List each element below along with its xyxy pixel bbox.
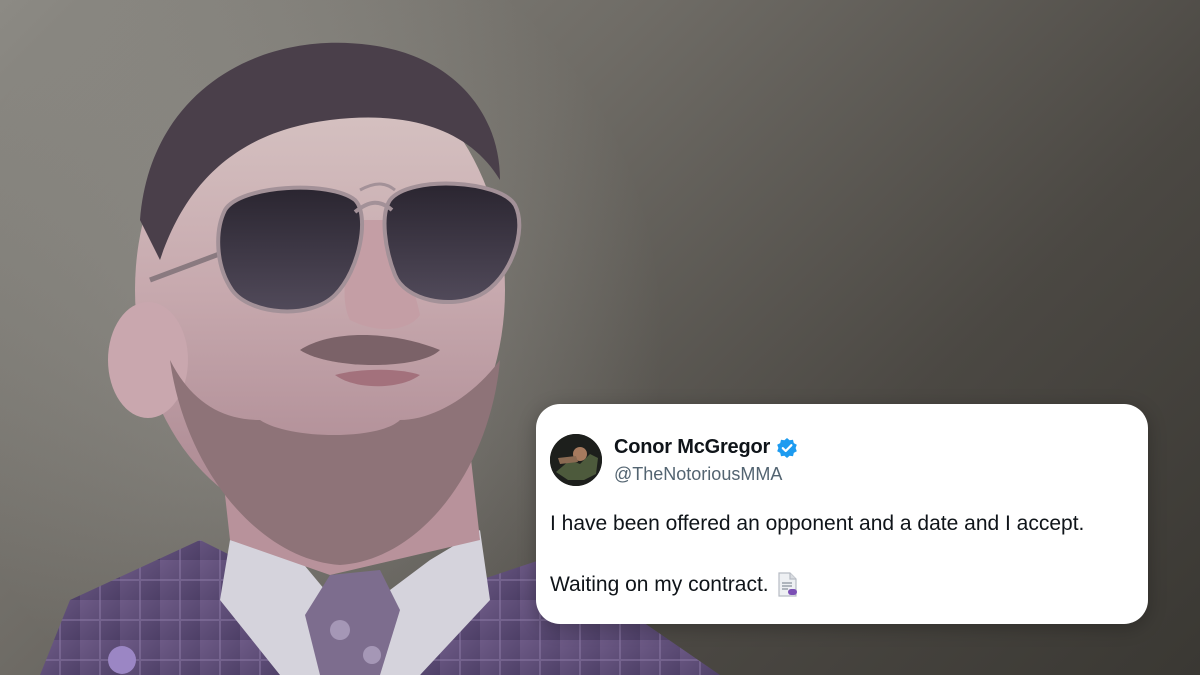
user-handle[interactable]: @TheNotoriousMMA [614, 464, 782, 485]
verified-badge-icon [776, 437, 798, 459]
display-name[interactable]: Conor McGregor [614, 436, 770, 459]
tweet-text-line: Waiting on my contract. [550, 573, 769, 596]
tweet-text-line-row: Waiting on my contract. [550, 571, 1140, 599]
display-name-row: Conor McGregor [614, 436, 798, 459]
lapel-flower [108, 646, 136, 674]
page-facing-up-icon [775, 572, 799, 598]
tweet-card: Conor McGregor @TheNotoriousMMA I have b… [536, 404, 1148, 624]
user-avatar[interactable] [550, 434, 602, 486]
tweet-text-line: I have been offered an opponent and a da… [550, 512, 1085, 535]
ear [108, 302, 188, 418]
tweet-body: I have been offered an opponent and a da… [550, 510, 1140, 599]
